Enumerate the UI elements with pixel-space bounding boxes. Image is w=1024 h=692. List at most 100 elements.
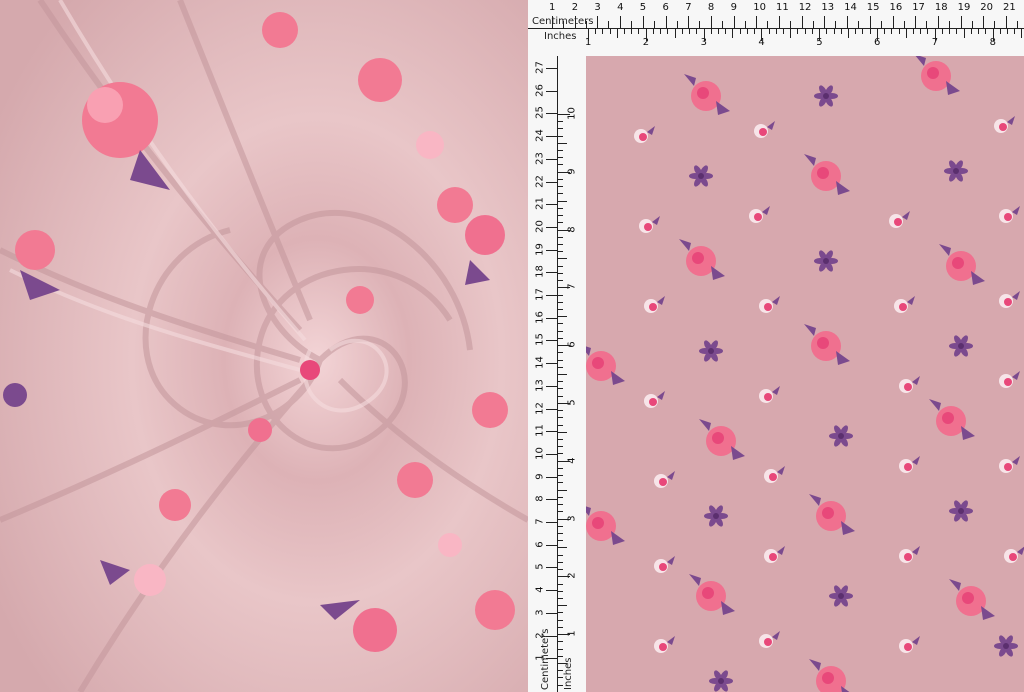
- top-inch-subtick: [833, 29, 835, 34]
- top-cm-half-tick: [948, 21, 950, 28]
- rose-center: [702, 587, 714, 599]
- sprig-center: [708, 348, 714, 354]
- top-cm-tick: [756, 16, 758, 28]
- bud-center: [659, 563, 667, 571]
- top-inch-tick: [819, 29, 821, 41]
- top-cm-half-tick: [790, 21, 791, 28]
- side-ruler-divider: [557, 56, 558, 692]
- top-cm-tick: [733, 16, 735, 28]
- top-cm-tick: [574, 16, 576, 28]
- side-cm-number: 20: [534, 220, 546, 233]
- top-inch-subtick: [631, 29, 633, 34]
- bud-center: [1004, 463, 1012, 471]
- top-cm-tick: [892, 16, 894, 28]
- top-inch-tick: [877, 29, 878, 41]
- side-cm-tick: [546, 385, 557, 387]
- side-inch-subtick: [558, 179, 563, 180]
- bud-center: [899, 303, 907, 311]
- top-cm-half-tick: [744, 21, 746, 28]
- side-inch-subtick: [558, 431, 567, 433]
- top-inch-subtick: [667, 29, 669, 34]
- side-inch-subtick: [558, 200, 567, 202]
- top-inch-subtick: [739, 29, 741, 34]
- top-cm-half-tick: [880, 21, 882, 28]
- top-cm-number: 12: [798, 2, 812, 13]
- bud-center: [759, 128, 767, 136]
- top-inch-subtick: [754, 29, 755, 34]
- top-inch-subtick: [811, 29, 813, 34]
- swirl-fabric-illustration: [0, 0, 528, 692]
- top-inch-tick: [761, 29, 763, 41]
- sprig-center: [958, 508, 964, 514]
- side-cm-number: 8: [534, 495, 546, 502]
- side-cm-number: 11: [534, 424, 546, 438]
- top-cm-number: 16: [889, 2, 903, 13]
- top-inch-subtick: [884, 29, 886, 34]
- top-inch-subtick: [674, 29, 676, 38]
- side-inch-subtick: [558, 482, 563, 484]
- side-inch-subtick: [558, 150, 563, 151]
- top-inch-subtick: [710, 29, 712, 34]
- rose-center: [817, 167, 829, 179]
- side-inch-subtick: [558, 352, 563, 354]
- floral-print-illustration: [586, 56, 1024, 692]
- rose-center: [697, 87, 709, 99]
- top-cm-half-tick: [608, 21, 610, 28]
- top-inch-subtick: [891, 29, 893, 34]
- rose-center: [692, 252, 704, 264]
- side-cm-tick: [546, 431, 557, 433]
- side-centimeters-label: Centimeters: [540, 628, 551, 690]
- rose-center: [942, 412, 954, 424]
- side-cm-tick: [546, 612, 557, 614]
- rose-center: [592, 517, 604, 529]
- side-inch-subtick: [558, 193, 563, 195]
- top-cm-tick: [688, 16, 690, 28]
- sprig-center: [953, 168, 959, 174]
- side-inch-subtick: [558, 475, 563, 477]
- side-cm-number: 9: [534, 472, 546, 480]
- side-inch-subtick: [558, 381, 563, 383]
- rose-center: [822, 672, 834, 684]
- side-inch-subtick: [558, 142, 567, 144]
- top-inch-tick: [588, 29, 589, 41]
- top-cm-half-tick: [903, 21, 905, 28]
- side-cm-number: 7: [534, 518, 546, 525]
- top-cm-tick: [552, 16, 553, 28]
- top-cm-half-tick: [812, 21, 814, 28]
- top-cm-tick: [597, 16, 599, 28]
- side-cm-tick: [546, 476, 557, 478]
- side-cm-number: 5: [534, 563, 546, 571]
- top-inch-subtick: [963, 29, 965, 38]
- bud-center: [769, 553, 777, 561]
- top-cm-number: 8: [707, 2, 715, 13]
- top-cm-half-tick: [653, 21, 655, 28]
- side-inch-subtick: [558, 316, 567, 318]
- sprig-center: [823, 258, 829, 264]
- top-cm-number: 13: [821, 2, 835, 13]
- side-inch-subtick: [558, 533, 563, 534]
- side-inch-subtick: [558, 374, 567, 375]
- bud-center: [999, 123, 1007, 131]
- top-inch-subtick: [999, 29, 1001, 34]
- side-inch-subtick: [558, 157, 563, 159]
- sprig-center: [718, 678, 724, 684]
- top-inch-subtick: [920, 29, 922, 34]
- bud-center: [894, 218, 902, 226]
- side-inch-subtick: [558, 453, 563, 455]
- bud-center: [904, 643, 912, 651]
- bud-center: [649, 398, 657, 406]
- side-cm-number: 19: [534, 242, 546, 256]
- top-cm-number: 5: [639, 2, 647, 13]
- rose-center: [822, 507, 834, 519]
- side-cm-tick: [546, 408, 557, 410]
- top-cm-half-tick: [631, 21, 633, 28]
- side-inch-subtick: [558, 561, 563, 563]
- side-inch-subtick: [558, 410, 563, 412]
- top-cm-tick: [915, 16, 917, 28]
- side-inch-subtick: [558, 323, 563, 325]
- top-inch-subtick: [862, 29, 864, 34]
- side-inch-subtick: [558, 511, 563, 513]
- top-cm-number: 3: [594, 2, 601, 13]
- rose-center: [817, 337, 829, 349]
- side-cm-tick: [546, 136, 557, 138]
